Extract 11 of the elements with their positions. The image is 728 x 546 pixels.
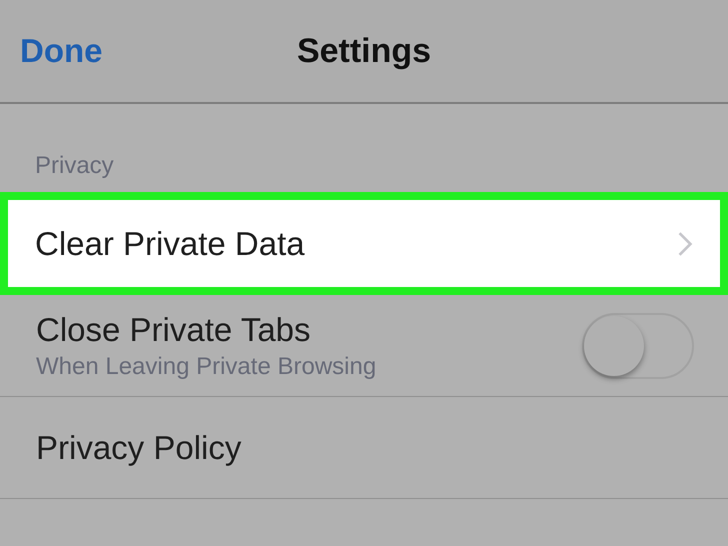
settings-row[interactable]: Clear Private Data (0, 192, 728, 295)
chevron-icon (677, 230, 693, 256)
row-title: Close Private Tabs (36, 310, 312, 348)
row-title: Clear Private Data (35, 224, 305, 262)
row-subtitle: When Leaving Private Browsing (36, 352, 376, 380)
section-header: Privacy (34, 151, 114, 181)
settings-row[interactable]: Close Private Tabs When Leaving Private Browsing (0, 295, 728, 397)
toggle-switch[interactable] (582, 312, 694, 378)
row-title: Privacy Policy (36, 428, 242, 466)
settings-row[interactable]: Privacy Policy (0, 397, 728, 499)
screen-title: Settings (296, 32, 432, 70)
